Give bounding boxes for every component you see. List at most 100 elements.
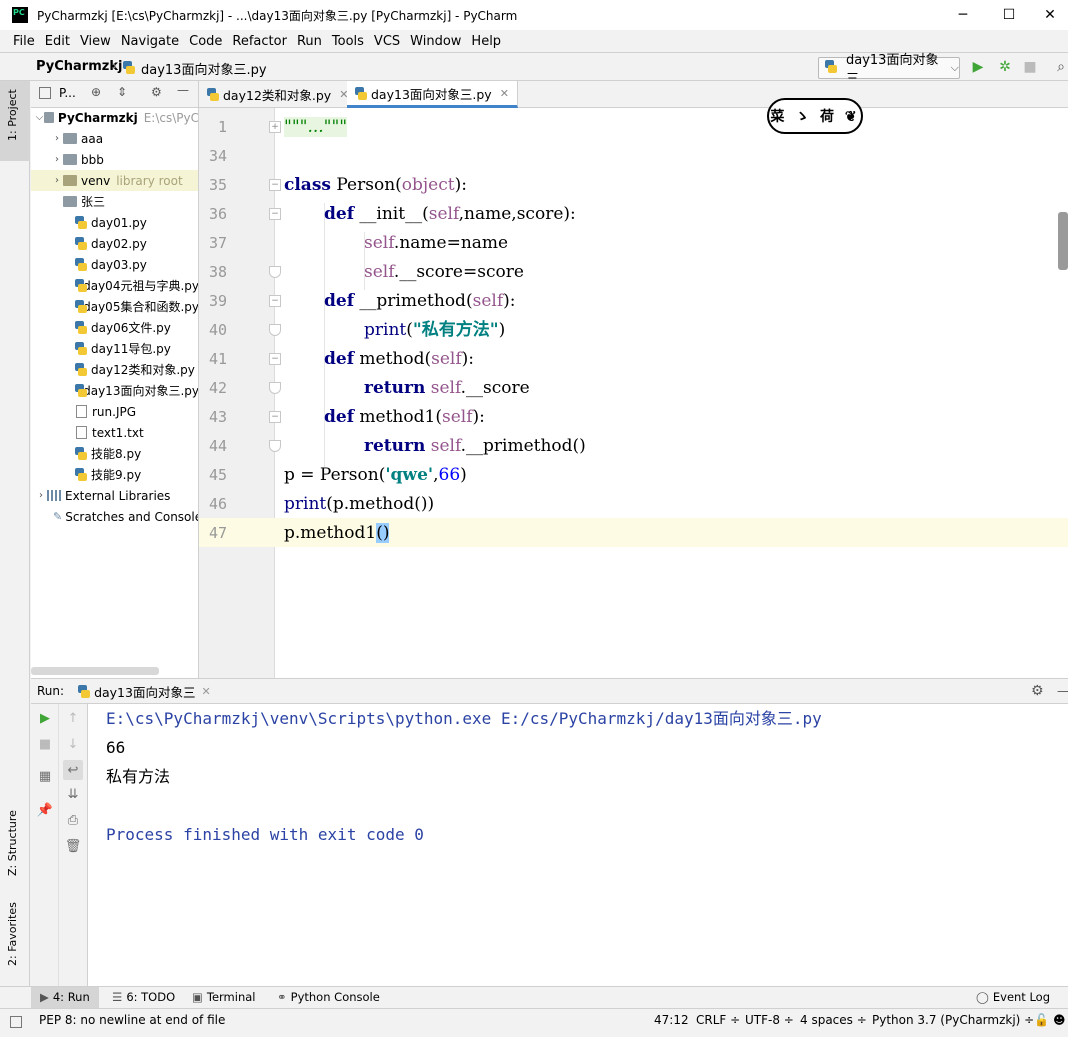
chevron-down-icon[interactable]: ⌵ xyxy=(35,112,44,123)
arrow-up-icon[interactable]: ↑ xyxy=(65,710,81,726)
tree-row-file[interactable]: day02.py xyxy=(31,233,198,254)
menu-window[interactable]: Window xyxy=(405,34,466,49)
tree-row-file[interactable]: day01.py xyxy=(31,212,198,233)
rerun-icon[interactable]: ▶ xyxy=(37,710,53,726)
line-separator[interactable]: CRLF ÷ xyxy=(696,1013,740,1027)
tab-day13[interactable]: day13面向对象三.py ✕ xyxy=(347,81,518,108)
tree-row-folder[interactable]: › bbb xyxy=(31,149,198,170)
close-icon[interactable]: ✕ xyxy=(201,685,210,698)
stop-icon[interactable]: ■ xyxy=(37,736,53,752)
fold-collapse-icon[interactable]: − xyxy=(269,179,281,191)
structure-tool-tab[interactable]: Z: Structure xyxy=(6,810,19,876)
pin-icon[interactable]: 📌 xyxy=(37,802,53,818)
fold-end-icon[interactable] xyxy=(269,382,281,394)
caret-position[interactable]: 47:12 xyxy=(654,1013,689,1027)
chevron-right-icon[interactable]: › xyxy=(51,175,63,186)
fold-collapse-icon[interactable]: − xyxy=(269,411,281,423)
menu-vcs[interactable]: VCS xyxy=(369,34,405,49)
close-icon[interactable]: ✕ xyxy=(500,87,509,100)
tree-row-folder[interactable]: 张三 xyxy=(31,191,198,212)
tree-row-file[interactable]: day06文件.py xyxy=(31,317,198,338)
trash-icon[interactable]: 🗑 xyxy=(65,838,82,854)
tree-row-file[interactable]: day05集合和函数.py xyxy=(31,296,198,317)
tree-row-file[interactable]: 技能9.py xyxy=(31,464,198,485)
fold-end-icon[interactable] xyxy=(269,324,281,336)
hide-icon[interactable]: — xyxy=(177,83,189,97)
maximize-button[interactable]: ☐ xyxy=(986,0,1032,30)
lock-icon[interactable]: 🔓 xyxy=(1034,1013,1049,1027)
indent-setting[interactable]: 4 spaces ÷ xyxy=(800,1013,867,1027)
chevron-right-icon[interactable]: › xyxy=(51,133,63,144)
editor-scrollbar[interactable] xyxy=(1058,212,1068,270)
tree-row-file[interactable]: run.JPG xyxy=(31,401,198,422)
run-configuration-select[interactable]: day13面向对象三 ⌵ xyxy=(818,53,960,87)
run-tab[interactable]: day13面向对象三 ✕ xyxy=(78,682,211,701)
tree-row-file[interactable]: day13面向对象三.py xyxy=(31,380,198,401)
fold-collapse-icon[interactable]: − xyxy=(269,353,281,365)
inspector-icon[interactable]: ☻ xyxy=(1053,1013,1066,1027)
fold-collapse-icon[interactable]: − xyxy=(269,295,281,307)
run-icon[interactable]: ▶ xyxy=(970,59,986,75)
fold-end-icon[interactable] xyxy=(269,440,281,452)
tree-row-external-libraries[interactable]: › External Libraries xyxy=(31,485,198,506)
menu-run[interactable]: Run xyxy=(292,34,327,49)
python-interpreter[interactable]: Python 3.7 (PyCharmzkj) ÷ xyxy=(872,1013,1034,1027)
tool-tab-event-log[interactable]: ◯ Event Log xyxy=(976,990,1050,1004)
menu-file[interactable]: File xyxy=(8,34,40,49)
breadcrumb-project[interactable]: PyCharmzkj xyxy=(36,59,122,74)
tree-row-project-root[interactable]: ⌵ PyCharmzkj E:\cs\PyC xyxy=(31,107,198,128)
tree-row-file[interactable]: text1.txt xyxy=(31,422,198,443)
tree-row-file[interactable]: day03.py xyxy=(31,254,198,275)
arrow-down-icon[interactable]: ↓ xyxy=(65,736,81,752)
menu-navigate[interactable]: Navigate xyxy=(116,34,184,49)
stop-icon[interactable]: ■ xyxy=(1022,59,1038,75)
tree-row-scratches[interactable]: ✎ Scratches and Consoles xyxy=(31,506,198,527)
collapse-all-icon[interactable]: ⇕ xyxy=(117,85,127,99)
gear-icon[interactable]: ⚙ xyxy=(1031,683,1044,699)
minimize-button[interactable]: ─ xyxy=(940,0,986,30)
left-tool-stripe: 1: Project Z: Structure 2: Favorites xyxy=(0,81,30,986)
tab-day12[interactable]: day12类和对象.py ✕ xyxy=(199,81,358,108)
breadcrumb-file[interactable]: day13面向对象三.py xyxy=(141,59,267,78)
menu-code[interactable]: Code xyxy=(184,34,227,49)
fold-end-icon[interactable] xyxy=(269,266,281,278)
chevron-right-icon[interactable]: › xyxy=(51,154,63,165)
docstring-folded[interactable]: """...""" xyxy=(284,117,348,137)
fold-expand-icon[interactable]: + xyxy=(269,121,281,133)
menu-refactor[interactable]: Refactor xyxy=(227,34,292,49)
chevron-right-icon[interactable]: › xyxy=(35,490,47,501)
tree-row-file[interactable]: 技能8.py xyxy=(31,443,198,464)
menu-help[interactable]: Help xyxy=(466,34,506,49)
project-tool-tab[interactable]: 1: Project xyxy=(6,89,19,141)
gear-icon[interactable]: ⚙ xyxy=(151,85,162,99)
menu-edit[interactable]: Edit xyxy=(40,34,75,49)
tree-row-file[interactable]: day04元祖与字典.py xyxy=(31,275,198,296)
project-view-select[interactable]: P... xyxy=(59,86,76,100)
fold-collapse-icon[interactable]: − xyxy=(269,208,281,220)
tool-tab-run[interactable]: ▶ 4: Run xyxy=(40,990,90,1004)
menu-view[interactable]: View xyxy=(75,34,116,49)
tree-row-file[interactable]: day12类和对象.py xyxy=(31,359,198,380)
file-encoding[interactable]: UTF-8 ÷ xyxy=(745,1013,794,1027)
tool-tab-terminal[interactable]: ▣ Terminal xyxy=(192,990,255,1004)
favorites-tool-tab[interactable]: 2: Favorites xyxy=(6,902,19,966)
menu-tools[interactable]: Tools xyxy=(327,34,369,49)
tree-row-file[interactable]: day11导包.py xyxy=(31,338,198,359)
tool-tab-todo[interactable]: ☰ 6: TODO xyxy=(112,990,175,1004)
layout-icon[interactable]: ▦ xyxy=(37,768,53,784)
tree-row-folder[interactable]: › aaa xyxy=(31,128,198,149)
print-icon[interactable]: ⎙ xyxy=(65,812,81,828)
tool-windows-icon[interactable] xyxy=(10,1016,22,1028)
search-icon[interactable]: ⌕ xyxy=(1053,59,1068,75)
horizontal-scrollbar[interactable] xyxy=(31,667,159,675)
hide-icon[interactable]: — xyxy=(1057,684,1068,698)
close-button[interactable]: ✕ xyxy=(1032,0,1068,30)
debug-icon[interactable]: ✲ xyxy=(997,59,1013,75)
tree-label: day11导包.py xyxy=(91,342,171,356)
tool-tab-python-console[interactable]: ⚭ Python Console xyxy=(277,990,380,1004)
tree-row-folder[interactable]: › venv library root xyxy=(31,170,198,191)
status-message[interactable]: PEP 8: no newline at end of file xyxy=(39,1013,225,1027)
locate-icon[interactable]: ⊕ xyxy=(91,85,101,99)
scroll-to-end-icon[interactable]: ⇊ xyxy=(65,786,81,802)
soft-wrap-icon[interactable]: ↩ xyxy=(63,760,83,780)
